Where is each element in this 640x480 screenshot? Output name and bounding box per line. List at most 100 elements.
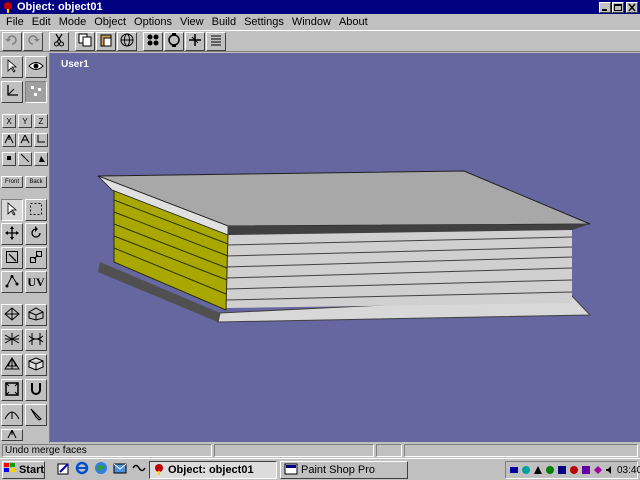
tray-icon-7[interactable]: [581, 464, 591, 476]
menu-view[interactable]: View: [176, 16, 208, 28]
arrow-icon: [6, 59, 18, 75]
tray-icon-3[interactable]: [533, 464, 543, 476]
view-tool[interactable]: [25, 56, 47, 78]
rotate-view-button[interactable]: [164, 31, 184, 51]
face-mode-button[interactable]: [34, 152, 48, 166]
box-select-tool[interactable]: [25, 199, 47, 221]
task-object01[interactable]: Object: object01: [149, 461, 277, 479]
tray-icon-4[interactable]: [545, 464, 555, 476]
status-pane-2: [214, 444, 374, 457]
close-button[interactable]: [626, 1, 638, 13]
book-model[interactable]: [50, 53, 640, 442]
lattice-icon: [28, 332, 44, 348]
axis-y-button[interactable]: Y: [18, 114, 32, 128]
menu-build[interactable]: Build: [208, 16, 240, 28]
menu-mode[interactable]: Mode: [55, 16, 91, 28]
box-mesh-icon: [28, 357, 44, 373]
list-button[interactable]: [206, 31, 226, 51]
axis-x-button[interactable]: X: [2, 114, 16, 128]
undo-icon: [5, 34, 19, 49]
quicklaunch-4[interactable]: [112, 462, 128, 478]
tray-icon-2[interactable]: [521, 464, 531, 476]
rotate-arrow-icon: [29, 226, 43, 242]
uv-tool[interactable]: UV: [25, 271, 47, 293]
system-tray: 03:40: [505, 461, 640, 479]
scale-icon: [5, 250, 19, 266]
menu-options[interactable]: Options: [130, 16, 176, 28]
quicklaunch-5[interactable]: [131, 462, 147, 478]
person-tool-b[interactable]: [18, 133, 32, 147]
point-mode-button[interactable]: [2, 152, 16, 166]
menu-edit[interactable]: Edit: [28, 16, 55, 28]
move-view-button[interactable]: [185, 31, 205, 51]
undo-button[interactable]: [2, 31, 22, 51]
triangle-icon: [36, 153, 46, 165]
pencil-paper-icon: [56, 461, 70, 478]
axis-z-button[interactable]: Z: [34, 114, 48, 128]
front-view-button[interactable]: Front: [1, 176, 23, 188]
quicklaunch-3[interactable]: [93, 462, 109, 478]
mesh-tool-c[interactable]: [1, 329, 23, 351]
extra-tool[interactable]: [1, 429, 23, 441]
mesh-tool-b[interactable]: [25, 304, 47, 326]
vertex-edit-tool[interactable]: [1, 271, 23, 293]
task-paint-shop-pro[interactable]: Paint Shop Pro: [280, 461, 408, 479]
back-view-button[interactable]: Back: [25, 176, 47, 188]
menu-window[interactable]: Window: [288, 16, 335, 28]
bend-tool[interactable]: [1, 404, 23, 426]
speaker-icon[interactable]: [605, 464, 615, 476]
clock[interactable]: 03:40: [617, 465, 640, 476]
move-icon: [188, 33, 202, 50]
corner-tool[interactable]: [34, 133, 48, 147]
edge-mode-button[interactable]: [18, 152, 32, 166]
tray-icon-8[interactable]: [593, 464, 603, 476]
menu-about[interactable]: About: [335, 16, 372, 28]
mesh-tool-a[interactable]: [1, 304, 23, 326]
person-tool-a[interactable]: [2, 133, 16, 147]
dot-icon: [5, 154, 13, 164]
paint-shop-icon: [284, 463, 298, 478]
scale-tool[interactable]: [1, 247, 23, 269]
magnet-icon: [29, 382, 43, 398]
pyramid-icon: [4, 356, 20, 373]
pyramid-tool[interactable]: [1, 354, 23, 376]
move-tool[interactable]: [1, 223, 23, 245]
vertices-button[interactable]: [143, 31, 163, 51]
link-tool[interactable]: [25, 247, 47, 269]
menu-file[interactable]: File: [2, 16, 28, 28]
quicklaunch-1[interactable]: [55, 462, 71, 478]
select-tool[interactable]: [1, 56, 23, 78]
knife-tool[interactable]: [25, 404, 47, 426]
redo-button[interactable]: [23, 31, 43, 51]
title-bar[interactable]: Object: object01: [0, 0, 640, 14]
magnet-tool[interactable]: [25, 379, 47, 401]
paste-button[interactable]: [96, 31, 116, 51]
internet-explorer-icon: [75, 461, 89, 478]
dashed-box-icon: [29, 202, 43, 218]
frame-tool[interactable]: [1, 379, 23, 401]
arrow-icon: [6, 202, 18, 218]
tray-icon-1[interactable]: [509, 464, 519, 476]
windows-logo-icon: [3, 462, 17, 477]
cut-button[interactable]: [49, 31, 69, 51]
rotate-tool[interactable]: [25, 223, 47, 245]
menu-object[interactable]: Object: [90, 16, 130, 28]
quicklaunch-ie[interactable]: [74, 461, 90, 478]
tray-icon-5[interactable]: [557, 464, 567, 476]
minimize-button[interactable]: [599, 1, 611, 13]
points-tool[interactable]: [25, 81, 47, 103]
start-button[interactable]: Start: [2, 460, 45, 479]
sphere-button[interactable]: [117, 31, 137, 51]
dots-icon: [29, 84, 43, 100]
menu-settings[interactable]: Settings: [240, 16, 288, 28]
menu-bar: File Edit Mode Object Options View Build…: [0, 14, 640, 30]
maximize-button[interactable]: [612, 1, 624, 13]
app-icon[interactable]: [2, 1, 14, 13]
copy-button[interactable]: [75, 31, 95, 51]
mesh-tool-d[interactable]: [25, 329, 47, 351]
pointer-tool[interactable]: [1, 199, 23, 221]
axis-tool[interactable]: [1, 81, 23, 103]
box-mesh-tool[interactable]: [25, 354, 47, 376]
viewport-user1[interactable]: User1: [50, 53, 640, 442]
tray-icon-6[interactable]: [569, 464, 579, 476]
